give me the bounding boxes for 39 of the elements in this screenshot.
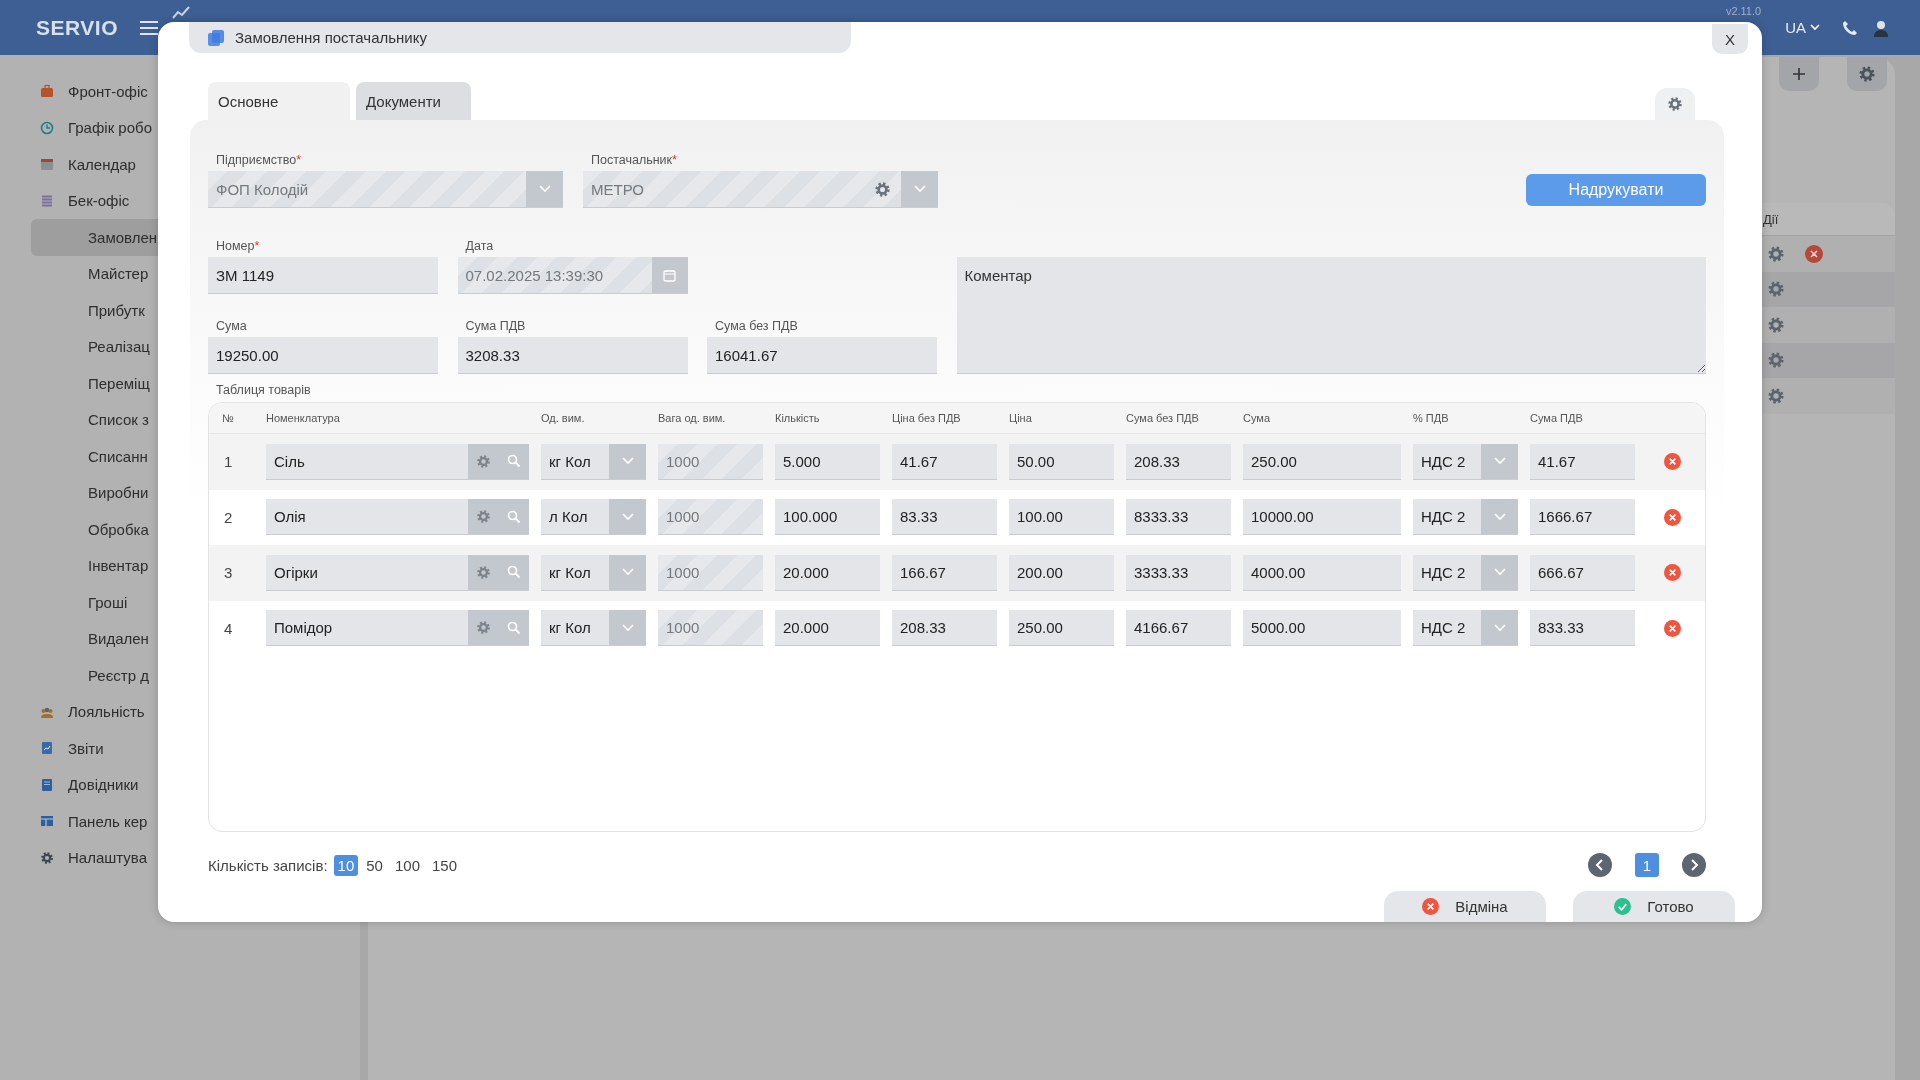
required-mark: * — [296, 153, 302, 167]
sidebar-label: Календар — [68, 155, 136, 173]
column-header: Дії — [1763, 211, 1779, 227]
field-label: Номер — [216, 239, 255, 253]
column-header: Кількість — [775, 412, 821, 424]
sidebar-label: Звіти — [68, 739, 104, 757]
sidebar-label: Лояльність — [68, 703, 145, 721]
required-mark: * — [254, 239, 260, 253]
field-label: Підприємство — [216, 153, 297, 167]
row-number: 1 — [223, 453, 234, 471]
column-header: % ПДВ — [1413, 412, 1450, 424]
sidebar-label: Бек-офіс — [68, 192, 130, 210]
column-header: Ціна без ПДВ — [892, 412, 962, 424]
column-header: Вага од. вим. — [658, 412, 727, 424]
table-label: Таблиця товарів — [216, 383, 312, 398]
column-header: № — [222, 412, 235, 424]
column-header: Од. вим. — [541, 412, 586, 424]
field-label: Сума — [216, 319, 247, 333]
column-header: Сума — [1243, 412, 1271, 424]
sidebar-label: Графік робо — [68, 119, 152, 137]
required-mark: * — [672, 153, 677, 167]
column-header: Номенклатура — [266, 412, 341, 424]
row-number: 3 — [223, 564, 234, 582]
row-number: 2 — [223, 508, 234, 526]
row-number: 4 — [223, 619, 234, 637]
field-label: Сума ПДВ — [465, 319, 526, 333]
sidebar-label: Довідники — [68, 776, 139, 794]
column-header: Ціна — [1009, 412, 1033, 424]
column-header: Сума без ПДВ — [1126, 412, 1200, 424]
column-header: Сума ПДВ — [1530, 412, 1584, 424]
dialog-title: Замовлення постачальнику — [235, 29, 427, 46]
sidebar-label: Фронт-офіс — [68, 82, 148, 100]
sidebar-label: Панель кер — [68, 812, 148, 830]
field-label: Дата — [465, 239, 494, 253]
field-label: Постачальник — [591, 153, 673, 167]
version-label: v2.11.0 — [1725, 5, 1762, 18]
field-label: Сума без ПДВ — [715, 319, 798, 333]
records-label: Кількість записів: — [208, 856, 328, 874]
sidebar-label: Налаштува — [68, 849, 147, 867]
